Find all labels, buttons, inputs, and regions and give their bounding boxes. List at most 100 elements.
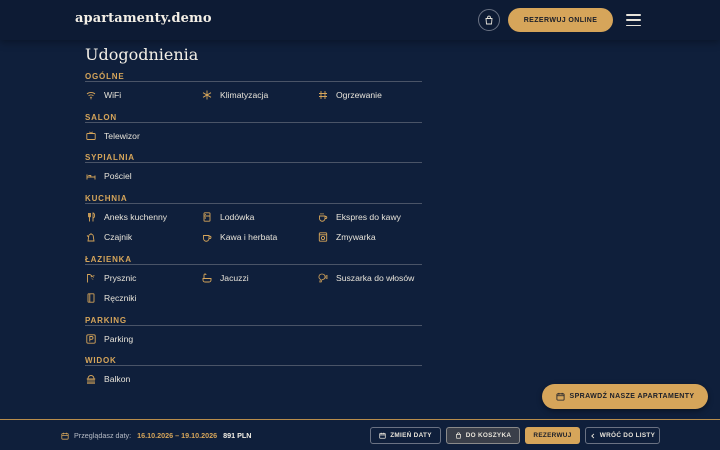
amenity-item: Balkon (85, 369, 201, 390)
book-button[interactable]: REZERWUJ (525, 427, 580, 444)
page-title: Udogodnienia (85, 45, 199, 64)
booking-summary: Przeglądasz daty: 16.10.2026 – 19.10.202… (61, 431, 251, 440)
wifi-icon (85, 90, 96, 101)
fridge-icon (201, 211, 212, 222)
amenity-grid: WiFi Klimatyzacja Ogrzewanie (85, 82, 422, 106)
change-dates-label: ZMIEŃ DATY (390, 432, 432, 439)
calendar-icon (61, 432, 69, 440)
amenity-item: Zmywarka (317, 227, 422, 248)
section-title-text: OGÓLNE (85, 72, 125, 81)
amenity-item: Suszarka do włosów (317, 268, 422, 289)
amenity-label: Ekspres do kawy (336, 211, 401, 222)
section-title: KUCHNIA (85, 187, 422, 204)
bathtub-icon (201, 272, 212, 283)
amenity-label: Zmywarka (336, 232, 376, 243)
amenity-label: Balkon (104, 374, 131, 385)
amenity-item: Klimatyzacja (201, 85, 317, 106)
amenity-section: ŁAZIENKA Prysznic Jacuzzi Suszarka do włosó… (85, 248, 422, 309)
chevron-left-icon (590, 433, 595, 438)
snowflake-icon (201, 90, 212, 101)
amenity-item: WiFi (85, 85, 201, 106)
total-price: 891 PLN (223, 431, 252, 440)
hamburger-menu-icon[interactable] (626, 14, 641, 26)
section-title: SYPIALNIA (85, 146, 422, 163)
section-title-text: SYPIALNIA (85, 153, 135, 162)
amenity-label: Ręczniki (104, 293, 137, 304)
section-title-text: PARKING (85, 315, 127, 325)
amenity-section: KUCHNIA Aneks kuchenny Lodówka Ekspres do k… (85, 187, 422, 248)
amenity-label: Suszarka do włosów (336, 272, 415, 283)
kettle-icon (85, 232, 96, 243)
parking-icon (85, 333, 96, 344)
dishwasher-icon (317, 232, 328, 243)
section-title-text: WIDOK (85, 356, 117, 365)
amenity-section: SALON Telewizor (85, 106, 422, 147)
check-apartments-label: SPRAWDŹ NASZE APARTAMENTY (569, 393, 695, 400)
change-dates-button[interactable]: ZMIEŃ DATY (370, 427, 441, 444)
calendar-icon (555, 392, 565, 401)
amenity-grid: Telewizor (85, 123, 422, 147)
amenity-item: Jacuzzi (201, 268, 317, 289)
hairdryer-icon (317, 272, 328, 283)
tv-icon (85, 130, 96, 141)
amenity-item: Telewizor (85, 126, 201, 147)
amenity-grid: Prysznic Jacuzzi Suszarka do włosów Ręcznik… (85, 265, 422, 309)
amenity-item: Pościel (85, 166, 201, 187)
to-cart-label: DO KOSZYKA (465, 432, 512, 439)
amenity-grid: Parking (85, 326, 422, 350)
back-to-list-button[interactable]: WRÓĆ DO LISTY (585, 427, 660, 444)
amenity-grid: Balkon (85, 366, 422, 390)
bed-icon (85, 171, 96, 182)
cart-button[interactable] (478, 9, 500, 31)
amenities-content: Udogodnienia OGÓLNE WiFi Klimatyzacja Ogrze… (85, 44, 422, 390)
amenity-item: Lodówka (201, 207, 317, 228)
amenity-label: Czajnik (104, 232, 133, 243)
section-title: SALON (85, 106, 422, 123)
calendar-icon (379, 432, 386, 439)
coffee-machine-icon (317, 211, 328, 222)
amenity-grid: Pościel (85, 163, 422, 187)
amenity-label: Aneks kuchenny (104, 211, 168, 222)
amenity-item: Aneks kuchenny (85, 207, 201, 228)
amenity-label: Ogrzewanie (336, 90, 382, 101)
amenity-label: Jacuzzi (220, 272, 249, 283)
section-title-text: KUCHNIA (85, 193, 128, 203)
amenity-item: Ekspres do kawy (317, 207, 422, 228)
cup-icon (201, 232, 212, 243)
amenity-sections: OGÓLNE WiFi Klimatyzacja Ogrzewanie SALON Tel… (85, 65, 422, 390)
balcony-icon (85, 374, 96, 385)
amenity-label: Telewizor (104, 130, 140, 141)
amenity-item: Ogrzewanie (317, 85, 422, 106)
section-title: PARKING (85, 309, 422, 326)
section-title: ŁAZIENKA (85, 248, 422, 265)
back-to-list-label: WRÓĆ DO LISTY (599, 432, 656, 439)
amenity-item: Kawa i herbata (201, 227, 317, 248)
amenity-label: WiFi (104, 90, 122, 101)
check-apartments-button[interactable]: SPRAWDŹ NASZE APARTAMENTY (542, 384, 708, 409)
section-title-text: ŁAZIENKA (85, 254, 132, 264)
browsing-dates-label: Przeglądasz daty: (74, 431, 132, 440)
booking-footer-bar: Przeglądasz daty: 16.10.2026 – 19.10.202… (0, 419, 720, 450)
site-logo[interactable]: apartamenty.demo (75, 11, 212, 26)
amenity-grid: Aneks kuchenny Lodówka Ekspres do kawy Czaj… (85, 204, 422, 248)
amenity-item: Czajnik (85, 227, 201, 248)
amenity-label: Lodówka (220, 211, 255, 222)
shopping-bag-icon (485, 15, 493, 25)
amenity-label: Pościel (104, 171, 132, 182)
cutlery-icon (85, 211, 96, 222)
shopping-bag-icon (455, 432, 461, 439)
amenity-label: Parking (104, 333, 134, 344)
section-title-text: SALON (85, 112, 117, 122)
amenity-label: Prysznic (104, 272, 137, 283)
amenity-label: Klimatyzacja (220, 90, 269, 101)
section-title: OGÓLNE (85, 65, 422, 82)
book-online-button[interactable]: REZERWUJ ONLINE (508, 8, 613, 32)
add-to-cart-button[interactable]: DO KOSZYKA (446, 427, 520, 444)
amenity-section: WIDOK Balkon (85, 349, 422, 390)
amenity-item: Parking (85, 329, 201, 350)
heating-icon (317, 90, 328, 101)
section-title: WIDOK (85, 349, 422, 366)
towel-icon (85, 293, 96, 304)
amenity-section: OGÓLNE WiFi Klimatyzacja Ogrzewanie (85, 65, 422, 106)
amenity-section: SYPIALNIA Pościel (85, 146, 422, 187)
